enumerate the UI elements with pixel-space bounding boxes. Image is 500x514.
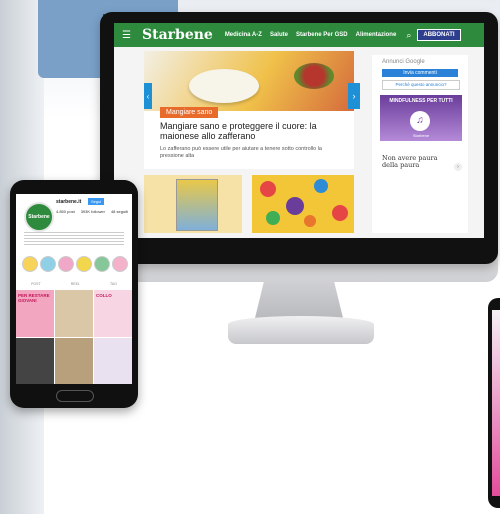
home-button[interactable]	[56, 390, 94, 402]
sidebar-article-title[interactable]: Non avere paura della paura	[382, 155, 452, 169]
avatar[interactable]: Starbene	[24, 202, 54, 232]
carousel-next-icon[interactable]: ›	[348, 83, 360, 109]
post-thumbnail[interactable]	[55, 337, 93, 384]
profile-stats: 4.850 post 393K follower 48 seguiti	[56, 209, 128, 214]
article-thumbnail-magazine[interactable]	[144, 175, 242, 233]
post-grid: PER RESTARE GIOVANI COLLO	[16, 290, 132, 384]
pattern-dot	[304, 215, 316, 227]
tablet-edge	[488, 298, 500, 508]
post-thumbnail[interactable]: PER RESTARE GIOVANI	[16, 290, 54, 337]
magazine-cover	[176, 179, 218, 231]
pattern-dot	[286, 197, 304, 215]
story-highlight[interactable]	[94, 256, 110, 272]
search-icon[interactable]: ⌕	[406, 30, 411, 41]
post-thumbnail[interactable]	[94, 337, 132, 384]
headphones-icon: ♫	[410, 111, 430, 131]
promo-brand: Starbene	[412, 133, 430, 138]
follow-button[interactable]: Segui	[88, 198, 105, 205]
nav-item-medicina[interactable]: Medicina A-Z	[225, 32, 262, 38]
promo-title: MINDFULNESS PER TUTTI	[389, 98, 453, 104]
profile-username: starbene.it	[56, 199, 82, 205]
nav-item-alimentazione[interactable]: Alimentazione	[356, 32, 397, 38]
tab-posts[interactable]: POST	[31, 282, 41, 288]
website-screen: ☰ Starbene Medicina A-Z Salute Starbene …	[114, 23, 484, 238]
profile-bio	[24, 232, 124, 246]
ad-feedback-button[interactable]: Invia commenti	[382, 69, 458, 77]
subscribe-button[interactable]: ABBONATI	[417, 29, 461, 41]
hero-subtitle: Lo zafferano può essere utile per aiutar…	[160, 146, 322, 159]
stat-posts: 4.850 post	[56, 209, 75, 214]
hero-title[interactable]: Mangiare sano e proteggere il cuore: la …	[160, 121, 345, 141]
menu-icon[interactable]: ☰	[122, 30, 136, 41]
site-navbar: ☰ Starbene Medicina A-Z Salute Starbene …	[114, 23, 484, 47]
pattern-dot	[332, 205, 348, 221]
story-highlight[interactable]	[76, 256, 92, 272]
stat-followers[interactable]: 393K follower	[81, 209, 105, 214]
vegetables-illustration	[294, 63, 334, 89]
instagram-profile: Starbene starbene.it Segui 4.850 post 39…	[16, 194, 132, 384]
post-thumbnail[interactable]	[16, 337, 54, 384]
story-highlight[interactable]	[40, 256, 56, 272]
post-thumbnail[interactable]	[55, 290, 93, 337]
sidebar: Annunci Google Invia commenti Perché que…	[372, 55, 468, 233]
site-logo[interactable]: Starbene	[142, 27, 213, 43]
desktop-monitor: ☰ Starbene Medicina A-Z Salute Starbene …	[100, 12, 498, 264]
chevron-right-icon[interactable]: ›	[454, 163, 462, 171]
carousel-prev-icon[interactable]: ‹	[144, 83, 152, 109]
nav-menu: Medicina A-Z Salute Starbene Per GSD Ali…	[225, 32, 397, 38]
story-highlight[interactable]	[58, 256, 74, 272]
pattern-dot	[260, 181, 276, 197]
monitor-stand-base	[228, 316, 374, 344]
hero-article[interactable]: Mangiare sano Mangiare sano e proteggere…	[144, 51, 354, 169]
pattern-dot	[266, 211, 280, 225]
story-highlight[interactable]	[22, 256, 38, 272]
post-caption: PER RESTARE GIOVANI	[18, 293, 50, 303]
nav-item-gsd[interactable]: Starbene Per GSD	[296, 32, 348, 38]
hero-category-tag[interactable]: Mangiare sano	[160, 107, 219, 118]
post-thumbnail[interactable]: COLLO	[94, 290, 132, 337]
tab-tagged[interactable]: TAG	[110, 282, 117, 288]
smartphone: Starbene starbene.it Segui 4.850 post 39…	[10, 180, 138, 408]
tab-reels[interactable]: REEL	[71, 282, 80, 288]
profile-tabs: POST REEL TAG	[16, 282, 132, 288]
story-highlight[interactable]	[112, 256, 128, 272]
article-thumbnail-pattern[interactable]	[252, 175, 354, 233]
stat-following[interactable]: 48 seguiti	[111, 209, 128, 214]
nav-item-salute[interactable]: Salute	[270, 32, 288, 38]
ad-label: Annunci Google	[382, 59, 425, 65]
pattern-dot	[314, 179, 328, 193]
ad-info-button[interactable]: Perché questo annuncio?	[382, 80, 460, 90]
monitor-stand-neck	[255, 282, 343, 318]
hero-image	[144, 51, 354, 111]
tablet-screen	[492, 310, 500, 496]
bowl-illustration	[189, 69, 259, 103]
post-caption: COLLO	[96, 293, 112, 298]
mindfulness-promo[interactable]: MINDFULNESS PER TUTTI ♫ Starbene	[380, 95, 462, 141]
